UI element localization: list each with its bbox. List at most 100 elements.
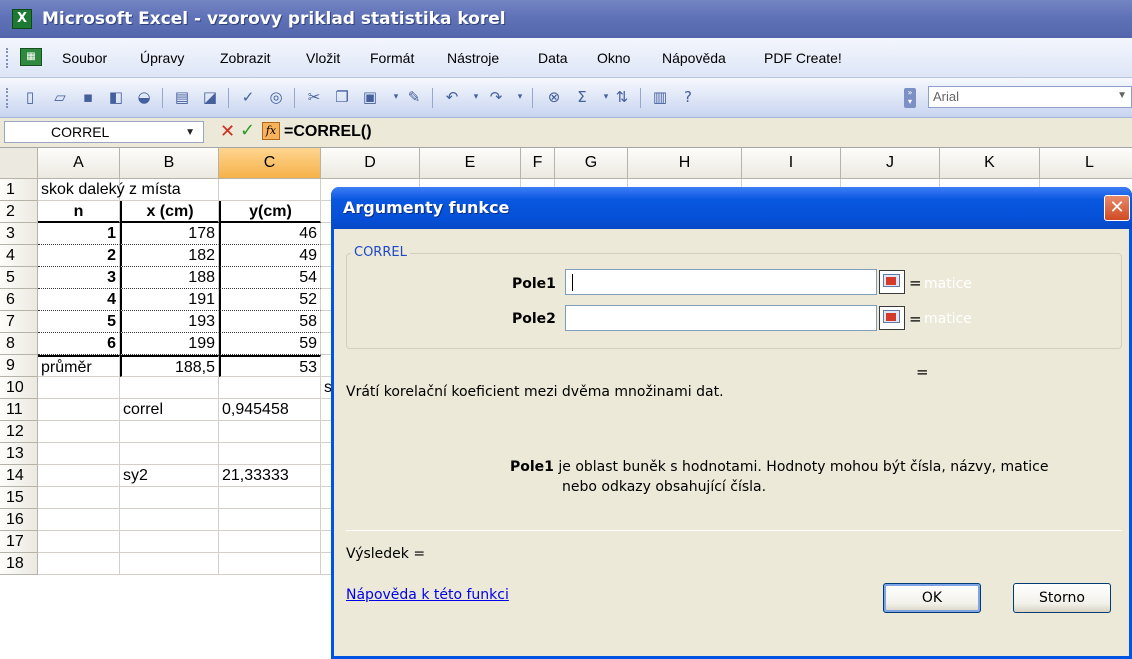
dialog-title-bar[interactable]: Argumenty funkce ✕ — [331, 187, 1132, 229]
name-box[interactable]: CORREL ▼ — [4, 121, 204, 143]
column-header-a[interactable]: A — [38, 148, 120, 179]
cell-b18[interactable] — [120, 553, 219, 575]
menu-nastroje[interactable]: Nástroje — [447, 50, 499, 66]
cell-b4[interactable]: 182 — [120, 245, 219, 267]
cell-c6[interactable]: 52 — [219, 289, 321, 311]
cell-c5[interactable]: 54 — [219, 267, 321, 289]
new-document-icon[interactable]: ▯ — [20, 87, 40, 107]
cell-a10[interactable] — [38, 377, 120, 399]
menu-okno[interactable]: Okno — [597, 50, 630, 66]
cell-c13[interactable] — [219, 443, 321, 465]
row-header-9[interactable]: 9 — [0, 355, 38, 377]
row-header-17[interactable]: 17 — [0, 531, 38, 553]
cell-a12[interactable] — [38, 421, 120, 443]
cell-a7[interactable]: 5 — [38, 311, 120, 333]
cell-c1[interactable] — [219, 179, 321, 201]
cell-a14[interactable] — [38, 465, 120, 487]
cell-b7[interactable]: 193 — [120, 311, 219, 333]
chevron-down-icon[interactable]: ▼ — [185, 127, 195, 138]
row-header-16[interactable]: 16 — [0, 509, 38, 531]
cancel-formula-icon[interactable]: ✕ — [220, 121, 235, 142]
excel-app-icon[interactable]: X — [12, 9, 32, 29]
cell-a8[interactable]: 6 — [38, 333, 120, 355]
menu-format[interactable]: Formát — [370, 50, 414, 66]
cell-b5[interactable]: 188 — [120, 267, 219, 289]
print-preview-icon[interactable]: ◪ — [200, 87, 220, 107]
cell-c12[interactable] — [219, 421, 321, 443]
cell-c14[interactable]: 21,33333 — [219, 465, 321, 487]
cell-a6[interactable]: 4 — [38, 289, 120, 311]
row-header-3[interactable]: 3 — [0, 223, 38, 245]
paste-icon[interactable]: ▣ — [360, 87, 380, 107]
formula-input[interactable]: =CORREL() — [284, 123, 372, 141]
menu-soubor[interactable]: Soubor — [62, 50, 107, 66]
row-header-6[interactable]: 6 — [0, 289, 38, 311]
row-header-8[interactable]: 8 — [0, 333, 38, 355]
row-header-5[interactable]: 5 — [0, 267, 38, 289]
cell-a3[interactable]: 1 — [38, 223, 120, 245]
cell-c11[interactable]: 0,945458 — [219, 399, 321, 421]
column-header-g[interactable]: G — [555, 148, 628, 179]
row-header-14[interactable]: 14 — [0, 465, 38, 487]
cell-c7[interactable]: 58 — [219, 311, 321, 333]
cell-c18[interactable] — [219, 553, 321, 575]
row-header-18[interactable]: 18 — [0, 553, 38, 575]
collapse-dialog-icon[interactable] — [879, 306, 905, 330]
select-all-corner[interactable] — [0, 148, 38, 179]
sort-ascending-icon[interactable]: ⇅ — [612, 87, 632, 107]
cell-c9[interactable]: 53 — [219, 355, 321, 377]
cut-icon[interactable]: ✂ — [304, 87, 324, 107]
menu-pdf-create[interactable]: PDF Create! — [764, 50, 842, 66]
close-icon[interactable]: ✕ — [1104, 195, 1130, 221]
paste-dropdown-icon[interactable]: ▾ — [386, 87, 406, 107]
cell-b11[interactable]: correl — [120, 399, 219, 421]
cell-c15[interactable] — [219, 487, 321, 509]
column-header-e[interactable]: E — [420, 148, 521, 179]
workbook-icon[interactable]: ▦ — [20, 48, 42, 66]
window-title-bar[interactable]: X Microsoft Excel - vzorovy priklad stat… — [0, 0, 1132, 38]
font-name-select[interactable]: Arial ▼ — [928, 86, 1132, 108]
pole2-input[interactable] — [565, 305, 877, 331]
row-header-13[interactable]: 13 — [0, 443, 38, 465]
copy-icon[interactable]: ❐ — [332, 87, 352, 107]
autosum-icon[interactable]: Σ — [572, 87, 592, 107]
cell-c10[interactable] — [219, 377, 321, 399]
insert-function-icon[interactable]: fx — [262, 122, 280, 140]
menu-zobrazit[interactable]: Zobrazit — [220, 50, 271, 66]
toolbar-options-icon[interactable]: » ▾ — [904, 88, 916, 108]
column-header-c[interactable]: C — [219, 148, 321, 179]
row-header-2[interactable]: 2 — [0, 201, 38, 223]
hyperlink-icon[interactable]: ⊗ — [544, 87, 564, 107]
cell-b1[interactable] — [120, 179, 219, 201]
column-header-i[interactable]: I — [742, 148, 841, 179]
cell-b3[interactable]: 178 — [120, 223, 219, 245]
permission-icon[interactable]: ◧ — [106, 87, 126, 107]
cell-b13[interactable] — [120, 443, 219, 465]
menu-napoveda[interactable]: Nápověda — [662, 50, 726, 66]
cell-b16[interactable] — [120, 509, 219, 531]
pole1-input[interactable] — [565, 269, 877, 295]
menu-upravy[interactable]: Úpravy — [140, 50, 184, 66]
email-icon[interactable]: ◒ — [134, 87, 154, 107]
row-header-11[interactable]: 11 — [0, 399, 38, 421]
column-header-b[interactable]: B — [120, 148, 219, 179]
cell-b14[interactable]: sy2 — [120, 465, 219, 487]
cell-a4[interactable]: 2 — [38, 245, 120, 267]
open-folder-icon[interactable]: ▱ — [50, 87, 70, 107]
chevron-down-icon[interactable]: ▼ — [1117, 90, 1127, 101]
spelling-icon[interactable]: ✓ — [238, 87, 258, 107]
cell-b17[interactable] — [120, 531, 219, 553]
cell-a16[interactable] — [38, 509, 120, 531]
menu-grip-icon[interactable] — [6, 48, 9, 68]
row-header-15[interactable]: 15 — [0, 487, 38, 509]
chart-wizard-icon[interactable]: ▥ — [650, 87, 670, 107]
column-header-f[interactable]: F — [521, 148, 555, 179]
cell-a17[interactable] — [38, 531, 120, 553]
column-header-j[interactable]: J — [841, 148, 940, 179]
cell-c17[interactable] — [219, 531, 321, 553]
column-header-l[interactable]: L — [1040, 148, 1132, 179]
research-icon[interactable]: ◎ — [266, 87, 286, 107]
cell-a13[interactable] — [38, 443, 120, 465]
cell-b12[interactable] — [120, 421, 219, 443]
cell-a2[interactable]: n — [38, 201, 120, 223]
